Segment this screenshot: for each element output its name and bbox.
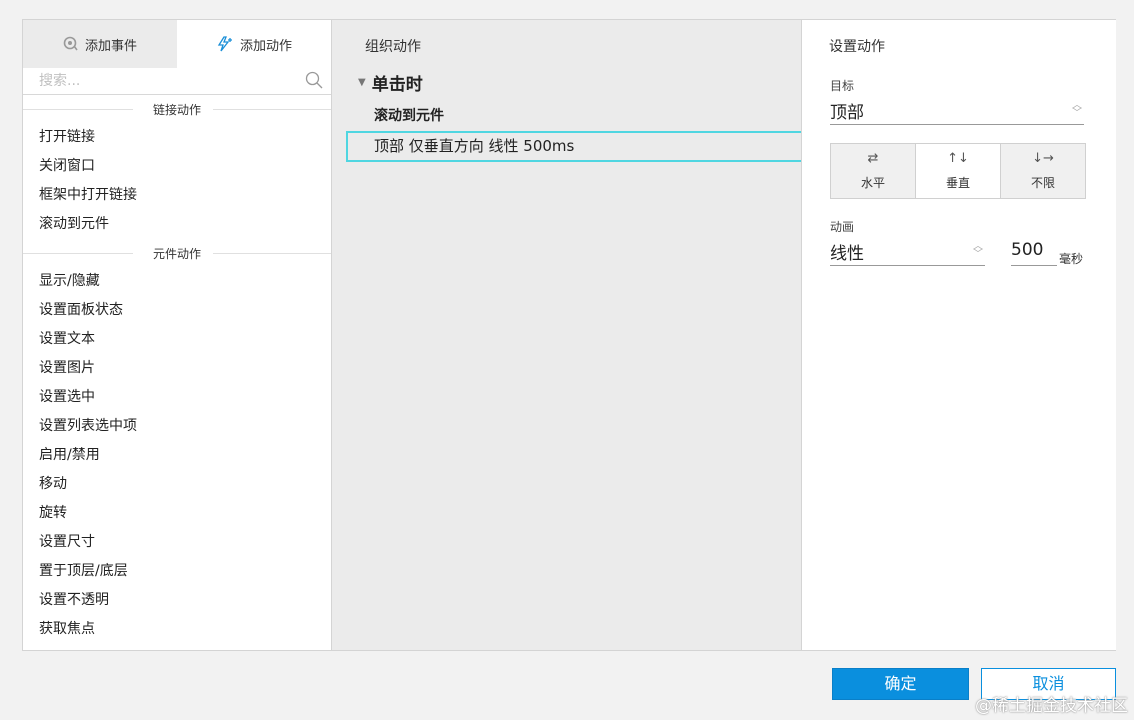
action-item-open-link[interactable]: 打开链接 <box>23 123 331 152</box>
event-node[interactable]: ▼ 单击时 <box>358 70 423 95</box>
event-label: 单击时 <box>371 75 423 95</box>
organize-actions-panel: 组织动作 ▼ 单击时 滚动到元件 顶部 仅垂直方向 线性 500ms <box>332 20 813 650</box>
direction-segmented-control: ⇄ 水平 ↑↓ 垂直 ↓→ 不限 <box>830 143 1086 199</box>
action-library-panel: 添加事件 添加动作 链接动作 打开链接 关闭窗口 框架中打开链接 <box>23 20 332 650</box>
action-item-rotate[interactable]: 旋转 <box>23 499 331 528</box>
animation-label: 动画 <box>830 220 855 234</box>
action-detail-row[interactable]: 顶部 仅垂直方向 线性 500ms <box>346 131 813 162</box>
action-item-move[interactable]: 移动 <box>23 470 331 499</box>
search-bar <box>23 68 331 95</box>
divider <box>213 109 331 110</box>
search-icon[interactable] <box>305 71 323 93</box>
horizontal-arrows-icon: ⇄ <box>867 150 879 166</box>
lightning-icon <box>216 36 234 52</box>
action-item-focus[interactable]: 获取焦点 <box>23 615 331 644</box>
search-input[interactable] <box>37 70 291 92</box>
spinner-arrows-icon: ︿ ﹀ <box>973 241 983 260</box>
tab-add-action-label: 添加动作 <box>239 38 292 54</box>
group-header-widget-actions: 元件动作 <box>23 239 331 267</box>
diagonal-arrows-icon: ↓→ <box>1032 150 1054 166</box>
spinner-arrows-icon: ︿ ﹀ <box>1072 100 1082 119</box>
animation-value: 线性 <box>830 244 864 264</box>
divider <box>23 253 133 254</box>
action-item-set-list-selected[interactable]: 设置列表选中项 <box>23 412 331 441</box>
action-item-set-panel-state[interactable]: 设置面板状态 <box>23 296 331 325</box>
configure-action-panel: 设置动作 目标 顶部 ︿ ﹀ ⇄ 水平 ↑↓ 垂直 ↓→ 不限 动画 线性 ︿ ﹀ … <box>801 20 1116 650</box>
event-icon <box>63 36 79 52</box>
target-select[interactable]: 顶部 ︿ ﹀ <box>830 98 1084 125</box>
action-item-enable-disable[interactable]: 启用/禁用 <box>23 441 331 470</box>
tab-add-event[interactable]: 添加事件 <box>23 20 177 68</box>
tab-bar: 添加事件 添加动作 <box>23 20 331 68</box>
tab-add-action[interactable]: 添加动作 <box>177 20 331 68</box>
panel-title: 设置动作 <box>829 39 885 55</box>
action-item-bring-front-back[interactable]: 置于顶层/底层 <box>23 557 331 586</box>
divider <box>213 253 331 254</box>
group-header-label: 链接动作 <box>144 100 209 118</box>
action-item-scroll-to-widget[interactable]: 滚动到元件 <box>23 210 331 239</box>
tab-add-event-label: 添加事件 <box>84 38 137 54</box>
collapse-triangle-icon[interactable]: ▼ <box>358 77 366 88</box>
direction-label: 垂直 <box>945 175 970 190</box>
target-label: 目标 <box>830 79 855 93</box>
direction-horizontal-button[interactable]: ⇄ 水平 <box>831 144 916 198</box>
animation-select[interactable]: 线性 ︿ ﹀ <box>830 239 985 266</box>
direction-label: 不限 <box>1030 175 1055 190</box>
duration-unit: 毫秒 <box>1059 252 1084 266</box>
ok-button[interactable]: 确定 <box>832 668 969 700</box>
divider <box>23 109 133 110</box>
direction-label: 水平 <box>860 175 885 190</box>
watermark: @稀土掘金技术社区 <box>975 696 1128 716</box>
action-item-set-opacity[interactable]: 设置不透明 <box>23 586 331 615</box>
duration-input[interactable]: 500 <box>1011 239 1057 266</box>
target-value: 顶部 <box>830 103 864 123</box>
group-header-link-actions: 链接动作 <box>23 95 331 123</box>
panel-title: 组织动作 <box>365 39 421 55</box>
action-dialog: 添加事件 添加动作 链接动作 打开链接 关闭窗口 框架中打开链接 <box>22 19 1116 651</box>
action-item-set-image[interactable]: 设置图片 <box>23 354 331 383</box>
action-item-close-window[interactable]: 关闭窗口 <box>23 152 331 181</box>
action-node[interactable]: 滚动到元件 <box>374 105 444 125</box>
action-item-set-size[interactable]: 设置尺寸 <box>23 528 331 557</box>
action-item-open-link-in-frame[interactable]: 框架中打开链接 <box>23 181 331 210</box>
direction-vertical-button[interactable]: ↑↓ 垂直 <box>916 144 1001 198</box>
direction-any-button[interactable]: ↓→ 不限 <box>1001 144 1085 198</box>
action-list: 链接动作 打开链接 关闭窗口 框架中打开链接 滚动到元件 元件动作 显示/隐藏 … <box>23 95 331 644</box>
group-header-label: 元件动作 <box>144 244 209 262</box>
action-item-set-text[interactable]: 设置文本 <box>23 325 331 354</box>
action-item-show-hide[interactable]: 显示/隐藏 <box>23 267 331 296</box>
vertical-arrows-icon: ↑↓ <box>947 150 969 166</box>
action-item-set-selected[interactable]: 设置选中 <box>23 383 331 412</box>
